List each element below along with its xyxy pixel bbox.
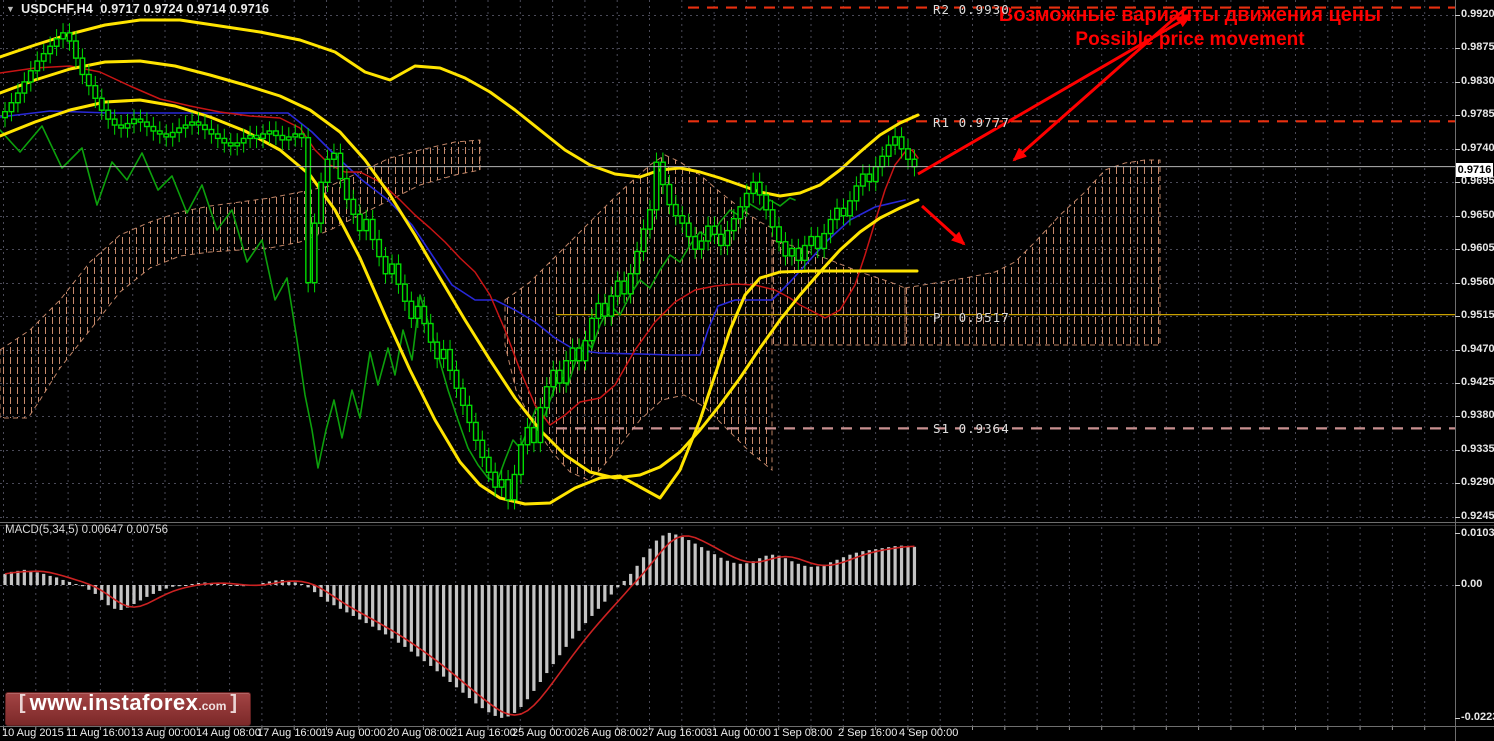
- level-label-s1: S1 0.9364: [933, 421, 1010, 436]
- macd-label: MACD(5,34,5) 0.00647 0.00756: [5, 524, 169, 536]
- price-axis-label: 0.9920: [1461, 8, 1494, 20]
- price-axis-label: 0.9875: [1461, 41, 1494, 53]
- time-axis-label: 19 Aug 00:00: [321, 727, 386, 739]
- instaforex-logo: [ www.instaforex .com ]: [5, 690, 251, 726]
- price-axis-label: 0.9515: [1461, 309, 1494, 321]
- price-axis-label: 0.9785: [1461, 108, 1494, 120]
- price-axis-label: 0.9380: [1461, 409, 1494, 421]
- price-axis-label: 0.9470: [1461, 343, 1494, 355]
- time-axis-label: 31 Aug 00:00: [706, 727, 771, 739]
- time-axis-label: 11 Aug 16:00: [66, 727, 131, 739]
- time-axis-label: 17 Aug 16:00: [257, 727, 322, 739]
- price-axis-label: 0.9740: [1461, 142, 1494, 154]
- time-axis-label: 25 Aug 00:00: [512, 727, 577, 739]
- level-label-r2: R2 0.9930: [933, 2, 1010, 17]
- time-axis-label: 27 Aug 16:00: [642, 727, 707, 739]
- logo-bracket-right: ]: [230, 692, 238, 714]
- annotation-line-ru: Возможные варианты движения цены: [998, 4, 1382, 26]
- time-axis-label: 14 Aug 08:00: [196, 727, 261, 739]
- price-axis-label: 0.9335: [1461, 443, 1494, 455]
- logo-text: www.instaforex: [29, 690, 199, 715]
- time-axis-label: 10 Aug 2015: [2, 727, 64, 739]
- price-axis-label: 0.9695: [1461, 175, 1494, 187]
- time-axis-label: 2 Sep 16:00: [838, 727, 898, 739]
- time-axis-label: 21 Aug 16:00: [451, 727, 516, 739]
- price-axis-label: 0.9245: [1461, 510, 1494, 522]
- price-axis-label: 0.9290: [1461, 476, 1494, 488]
- logo-bracket-left: [: [18, 692, 26, 714]
- time-axis-label: 20 Aug 08:00: [387, 727, 452, 739]
- chart-symbol: USDCHF,H4: [21, 1, 94, 16]
- chart-dropdown-icon[interactable]: ▼: [6, 4, 15, 14]
- price-axis-label: 0.9650: [1461, 209, 1494, 221]
- price-movement-annotation: Возможные варианты движения цены Possibl…: [952, 3, 1428, 52]
- chart-title: ▼ USDCHF,H4 0.9717 0.9724 0.9714 0.9716: [6, 1, 269, 16]
- price-axis-label: 0.9830: [1461, 75, 1494, 87]
- logo-suffix: .com: [198, 699, 227, 713]
- level-label-p: P 0.9517: [933, 310, 1010, 325]
- annotation-line-en: Possible price movement: [1075, 29, 1305, 50]
- chart-ohlc: 0.9717 0.9724 0.9714 0.9716: [100, 1, 270, 16]
- price-axis-label: 0.9605: [1461, 242, 1494, 254]
- time-axis-label: 13 Aug 00:00: [131, 727, 196, 739]
- macd-axis-label: 0.00: [1461, 578, 1483, 590]
- price-axis-label: 0.9425: [1461, 376, 1494, 388]
- time-axis-label: 4 Sep 00:00: [899, 727, 959, 739]
- time-axis-label: 1 Sep 08:00: [773, 727, 833, 739]
- chart-window: ▼ USDCHF,H4 0.9717 0.9724 0.9714 0.9716 В…: [0, 0, 1494, 741]
- time-axis-label: 26 Aug 08:00: [577, 727, 642, 739]
- macd-axis-label: -0.02233: [1461, 711, 1494, 723]
- level-label-r1: R1 0.9777: [933, 115, 1010, 130]
- chart-canvas[interactable]: [0, 0, 1494, 741]
- macd-axis-label: 0.01032: [1461, 527, 1494, 539]
- price-axis-label: 0.9560: [1461, 276, 1494, 288]
